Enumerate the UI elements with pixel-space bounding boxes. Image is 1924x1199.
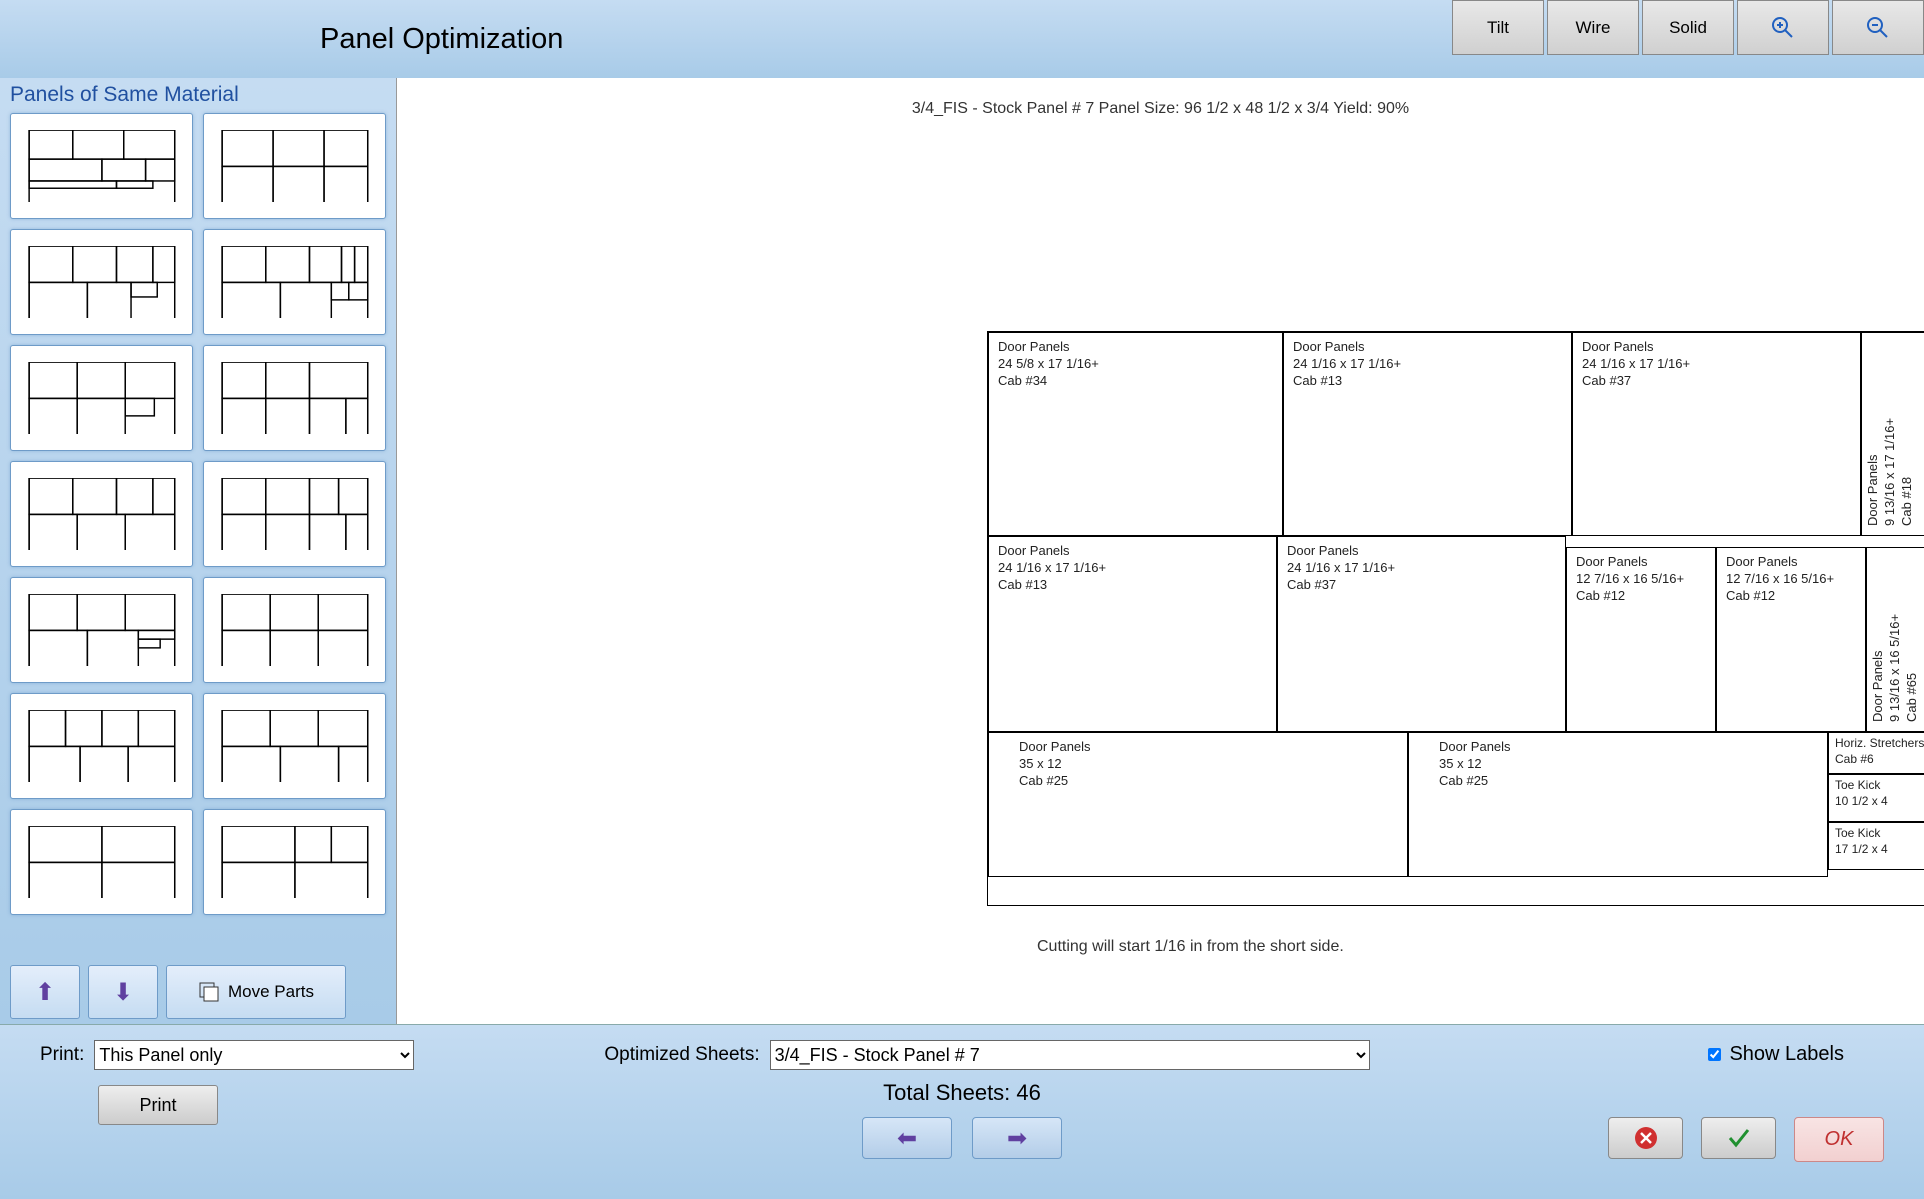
cut-piece[interactable]: Door Panels12 7/16 x 16 5/16+Cab #12 [1716,547,1866,732]
page-title: Panel Optimization [320,23,563,56]
cutting-note: Cutting will start 1/16 in from the shor… [1037,938,1344,956]
thumbnail-grid [10,113,386,915]
print-select[interactable]: This Panel only [94,1040,414,1070]
print-label: Print: [40,1044,84,1066]
move-parts-label: Move Parts [228,982,314,1002]
panel-thumb[interactable] [10,345,193,451]
canvas-area: 3/4_FIS - Stock Panel # 7 Panel Size: 96… [396,78,1924,1024]
zoom-out-icon [1865,15,1891,41]
panel-thumb[interactable] [203,577,386,683]
sheets-label: Optimized Sheets: [604,1044,759,1066]
panel-thumb[interactable] [203,809,386,915]
tilt-button[interactable]: Tilt [1452,0,1544,55]
cut-piece[interactable]: Door Panels35 x 12Cab #25 [1408,732,1828,877]
sheets-select[interactable]: 3/4_FIS - Stock Panel # 7 [770,1040,1370,1070]
cut-piece[interactable]: Door Panels24 1/16 x 17 1/16+Cab #13 [988,536,1277,732]
prev-button[interactable]: ⬅ [862,1117,952,1159]
sidebar-controls: Move Parts [10,965,346,1019]
up-button[interactable] [10,965,80,1019]
move-parts-button[interactable]: Move Parts [166,965,346,1019]
show-labels-input[interactable] [1708,1048,1721,1061]
cut-piece[interactable]: Door Panels12 7/16 x 16 5/16+Cab #12 [1566,547,1716,732]
panel-thumb[interactable] [10,693,193,799]
print-button[interactable]: Print [98,1085,218,1125]
cancel-button[interactable] [1608,1117,1683,1159]
sidebar-title: Panels of Same Material [10,83,386,107]
accept-button[interactable] [1701,1117,1776,1159]
next-button[interactable]: ➡ [972,1117,1062,1159]
panel-thumb[interactable] [203,345,386,451]
cut-piece[interactable]: Door Panels35 x 12Cab #25 [988,732,1408,877]
arrow-right-icon: ➡ [1007,1124,1027,1153]
cut-piece[interactable]: Horiz. Stretchers 22 1/2 x 3 1/2Cab #6 [1828,732,1924,774]
panel-thumb[interactable] [10,461,193,567]
canvas-title: 3/4_FIS - Stock Panel # 7 Panel Size: 96… [397,100,1924,118]
panel-diagram: Door Panels24 5/8 x 17 1/16+Cab #34 Door… [987,331,1924,906]
cut-piece[interactable]: Door Panels9 13/16 x 16 5/16+Cab #65 [1866,547,1924,732]
panel-thumb[interactable] [10,229,193,335]
arrow-left-icon: ⬅ [897,1124,917,1153]
cancel-icon [1633,1125,1659,1151]
panel-thumb[interactable] [10,577,193,683]
cut-piece[interactable]: Toe Kick10 1/2 x 4 [1828,774,1924,822]
cut-piece[interactable]: Door Panels24 5/8 x 17 1/16+Cab #34 [988,332,1283,536]
footer: Print: This Panel only Optimized Sheets:… [0,1024,1924,1199]
panel-thumb[interactable] [203,113,386,219]
main-area: Panels of Same Material Move Parts 3/4_F… [0,78,1924,1024]
cut-piece[interactable]: Door Panels9 13/16 x 17 1/16+Cab #18 [1861,332,1924,536]
show-labels-text: Show Labels [1729,1043,1844,1066]
arrow-up-icon [35,978,55,1007]
cut-piece[interactable]: Door Panels24 1/16 x 17 1/16+Cab #37 [1572,332,1861,536]
cut-piece[interactable]: Door Panels24 1/16 x 17 1/16+Cab #37 [1277,536,1566,732]
zoom-in-button[interactable] [1737,0,1829,55]
show-labels-checkbox[interactable]: Show Labels [1708,1043,1844,1066]
panel-thumb[interactable] [203,461,386,567]
move-parts-icon [198,981,220,1003]
panel-thumb[interactable] [203,229,386,335]
down-button[interactable] [88,965,158,1019]
solid-button[interactable]: Solid [1642,0,1734,55]
check-icon [1726,1125,1752,1151]
header-bar: Panel Optimization Tilt Wire Solid [0,0,1924,78]
cut-piece[interactable]: Door Panels24 1/16 x 17 1/16+Cab #13 [1283,332,1572,536]
cut-piece[interactable]: Toe Kick17 1/2 x 4 [1828,822,1924,870]
zoom-out-button[interactable] [1832,0,1924,55]
total-sheets: Total Sheets: 46 [883,1080,1041,1106]
arrow-down-icon [113,978,133,1007]
panel-thumb[interactable] [10,113,193,219]
wire-button[interactable]: Wire [1547,0,1639,55]
panel-thumb[interactable] [10,809,193,915]
zoom-in-icon [1770,15,1796,41]
header-buttons: Tilt Wire Solid [1452,0,1924,56]
panel-thumb[interactable] [203,693,386,799]
sidebar: Panels of Same Material Move Parts [0,78,396,1024]
ok-button[interactable]: OK [1794,1117,1884,1162]
